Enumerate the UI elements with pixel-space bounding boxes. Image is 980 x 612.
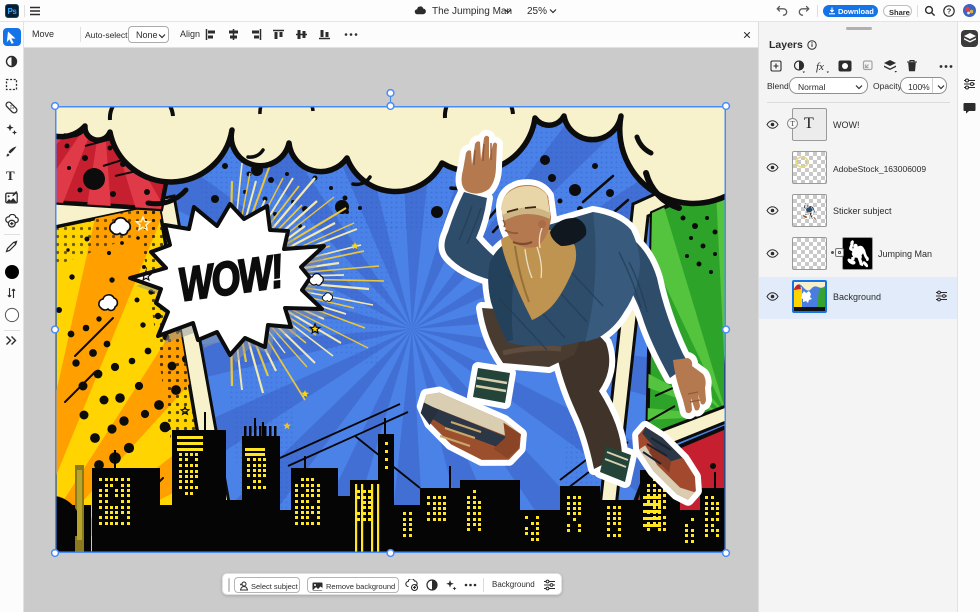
svg-text:fx: fx <box>816 61 824 73</box>
svg-text:?: ? <box>947 7 952 16</box>
